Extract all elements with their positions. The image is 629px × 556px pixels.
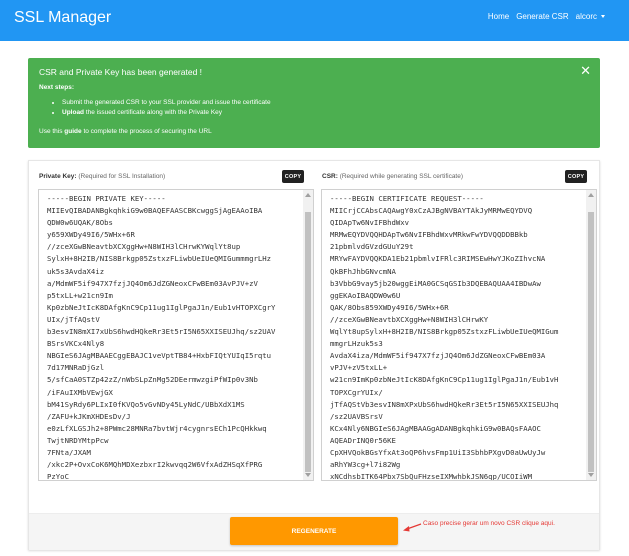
- step-1-text: Submit the generated CSR to your SSL pro…: [62, 99, 271, 106]
- nav-links: Home Generate CSR alcorc: [488, 12, 605, 21]
- footer-post: to complete the process of securing the …: [81, 128, 212, 135]
- nav-home-link[interactable]: Home: [488, 12, 509, 21]
- close-icon[interactable]: ✕: [580, 63, 591, 79]
- csr-scrollbar[interactable]: [586, 190, 596, 480]
- private-key-scrollbar[interactable]: [303, 190, 313, 480]
- scroll-down-icon[interactable]: [588, 473, 594, 477]
- private-key-text: -----BEGIN PRIVATE KEY----- MIIEvQIBADAN…: [47, 194, 276, 481]
- scroll-up-icon[interactable]: [305, 193, 311, 197]
- list-item: Upload the issued certificate along with…: [62, 108, 271, 118]
- next-steps-list: Submit the generated CSR to your SSL pro…: [54, 98, 271, 118]
- csr-label-note: (Required while generating SSL certifica…: [337, 173, 464, 180]
- csr-label: CSR: (Required while generating SSL cert…: [322, 173, 463, 180]
- copy-private-key-button[interactable]: COPY: [282, 170, 304, 183]
- alert-footer: Use this guide to complete the process o…: [39, 128, 212, 135]
- scroll-down-icon[interactable]: [305, 473, 311, 477]
- arrow-left-icon: [403, 523, 422, 532]
- alert-subtitle: Next steps:: [39, 84, 75, 91]
- private-key-textarea[interactable]: -----BEGIN PRIVATE KEY----- MIIEvQIBADAN…: [38, 189, 314, 481]
- private-key-label: Private Key: (Required for SSL Installat…: [39, 173, 165, 180]
- top-navbar: SSL Manager Home Generate CSR alcorc: [0, 0, 629, 41]
- user-menu[interactable]: alcorc: [576, 12, 605, 21]
- scroll-thumb[interactable]: [588, 212, 594, 472]
- step-2-bold: Upload: [62, 109, 85, 116]
- scroll-up-icon[interactable]: [588, 193, 594, 197]
- alert-title: CSR and Private Key has been generated !: [39, 67, 203, 77]
- csr-textarea[interactable]: -----BEGIN CERTIFICATE REQUEST----- MIIC…: [321, 189, 597, 481]
- regenerate-button[interactable]: REGENERATE: [230, 517, 398, 545]
- footer-pre: Use this: [39, 128, 65, 135]
- scroll-thumb[interactable]: [305, 212, 311, 472]
- app-brand[interactable]: SSL Manager: [14, 9, 111, 27]
- list-item: Submit the generated CSR to your SSL pro…: [62, 98, 271, 108]
- csr-label-title: CSR:: [322, 173, 338, 180]
- regenerate-hint: Caso precise gerar um novo CSR clique aq…: [423, 520, 555, 527]
- private-key-label-note: (Required for SSL Installation): [76, 173, 166, 180]
- nav-generate-csr-link[interactable]: Generate CSR: [516, 12, 568, 21]
- guide-link[interactable]: guide: [64, 128, 81, 135]
- user-menu-label: alcorc: [575, 12, 597, 21]
- csr-text: -----BEGIN CERTIFICATE REQUEST----- MIIC…: [330, 194, 559, 481]
- chevron-down-icon: [601, 15, 605, 19]
- success-alert: CSR and Private Key has been generated !…: [28, 58, 600, 148]
- private-key-label-title: Private Key:: [39, 173, 77, 180]
- keys-panel: Private Key: (Required for SSL Installat…: [28, 160, 600, 550]
- copy-csr-button[interactable]: COPY: [565, 170, 587, 183]
- step-2-text: the issued certificate along with the Pr…: [84, 109, 223, 116]
